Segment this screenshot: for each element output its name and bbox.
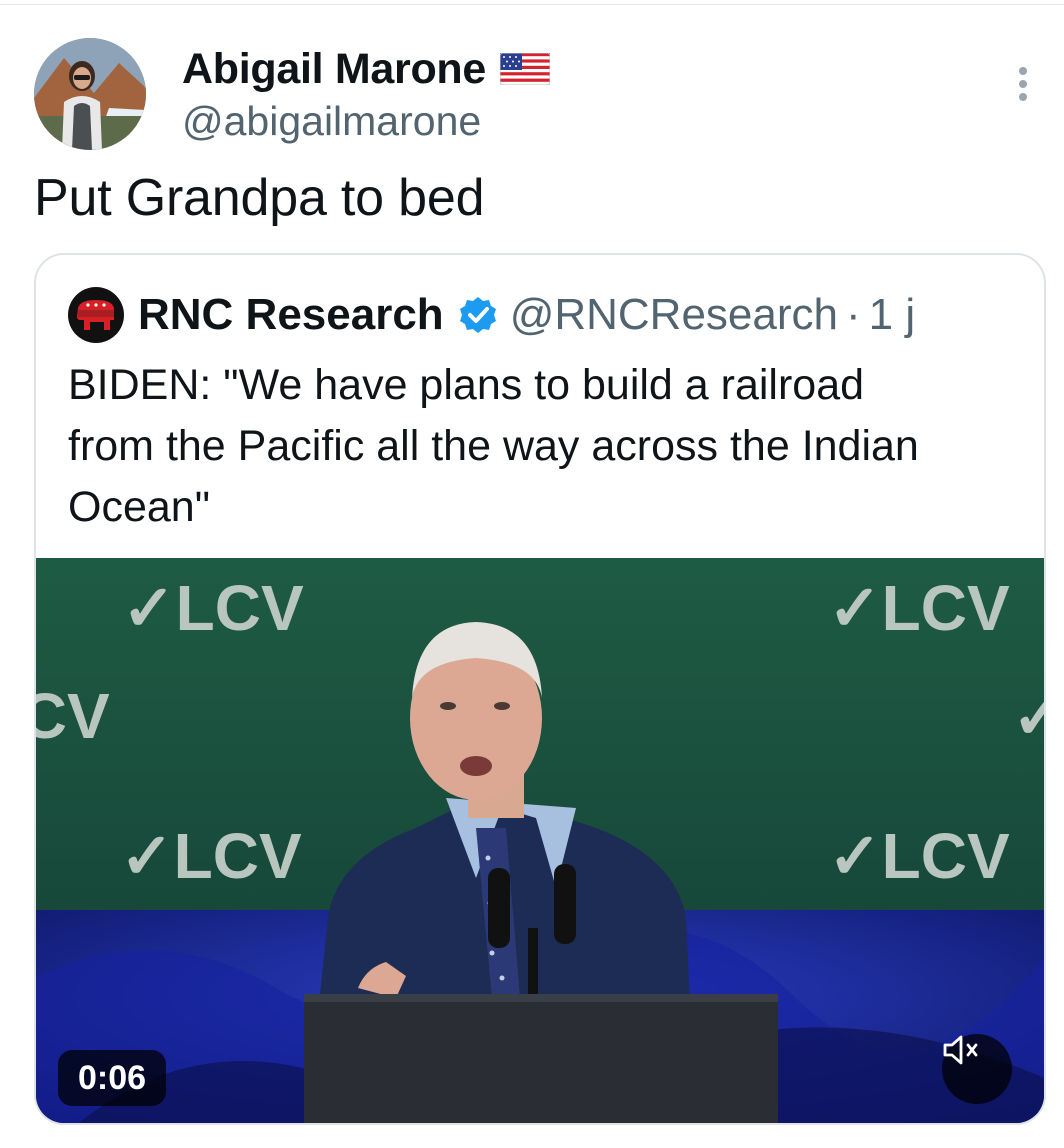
quoted-tweet-text: BIDEN: "We have plans to build a railroa… [68,355,1028,538]
us-flag-icon [500,53,551,85]
volume-muted-icon [943,1035,978,1065]
backdrop-logo: ✓LCV [120,820,302,892]
quoted-text-line: from the Pacific all the way across the … [68,422,919,470]
quoted-timestamp[interactable]: 1 j [869,290,915,340]
backdrop-logo: ✓LCV [36,680,110,752]
verified-badge-icon [459,297,496,333]
author-avatar[interactable] [34,38,146,150]
quoted-text-line: BIDEN: "We have plans to build a railroa… [68,361,865,409]
video-frame: ✓LCV ✓LCV ✓LCV ✓LCV ✓LCV ✓LCV [36,558,1044,1123]
backdrop-logo: ✓LCV [828,572,1010,644]
quoted-tweet-card[interactable]: RNC Research @RNCResearch · 1 j BIDEN: "… [34,253,1046,1125]
quoted-tweet-header: RNC Research @RNCResearch · 1 j [68,287,915,343]
mute-button[interactable] [942,1034,1012,1104]
author-display-name[interactable]: Abigail Marone [182,45,486,94]
tweet-text: Put Grandpa to bed [34,169,485,227]
podium [304,994,778,1123]
video-player[interactable]: ✓LCV ✓LCV ✓LCV ✓LCV ✓LCV ✓LCV [36,558,1044,1123]
meta-separator: · [846,290,861,339]
quoted-author-handle[interactable]: @RNCResearch [510,290,838,340]
quoted-text-line: Ocean" [68,483,210,531]
more-options-icon[interactable] [1010,64,1036,104]
author-handle[interactable]: @abigailmarone [182,98,481,145]
author-name-row: Abigail Marone [182,42,551,96]
backdrop-logo: ✓LCV [1012,680,1044,752]
quoted-author-name[interactable]: RNC Research [138,290,444,340]
backdrop-logo: ✓LCV [828,820,1010,892]
top-divider [0,0,1064,5]
backdrop-logo: ✓LCV [122,572,304,644]
rnc-elephant-logo[interactable] [68,287,124,343]
video-timestamp: 0:06 [58,1050,167,1106]
